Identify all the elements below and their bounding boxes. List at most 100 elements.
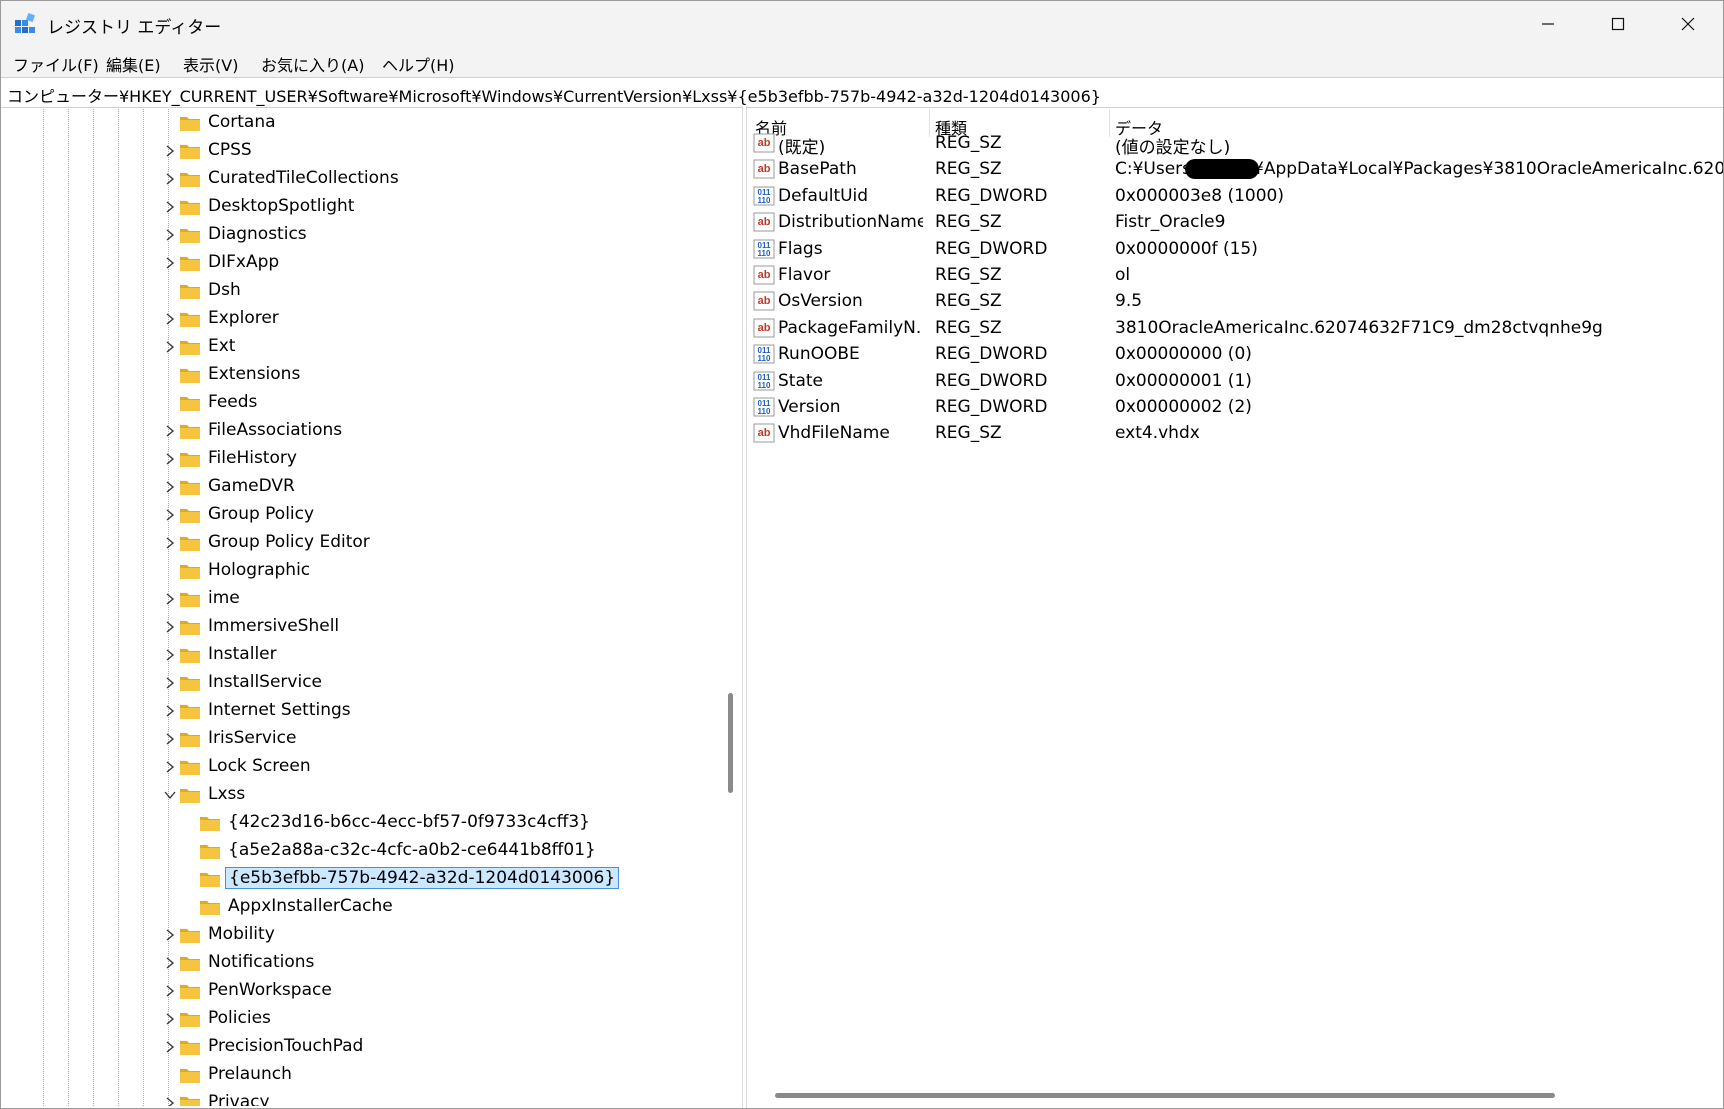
pane-splitter[interactable] bbox=[742, 106, 747, 1108]
close-icon bbox=[1681, 17, 1695, 31]
value-row[interactable]: 011 110 DefaultUid REG_DWORD 0x000003e8 (100… bbox=[749, 182, 1723, 211]
address-path[interactable]: コンピューター¥HKEY_CURRENT_USER¥Software¥Micro… bbox=[7, 83, 1101, 107]
value-row[interactable]: ab PackageFamilyN... REG_SZ 3810OracleAmeri… bbox=[749, 314, 1723, 343]
tree-node[interactable]: IrisService bbox=[166, 725, 699, 753]
chevron-right-icon[interactable] bbox=[163, 620, 177, 634]
tree-node[interactable]: ImmersiveShell bbox=[166, 613, 699, 641]
tree-node[interactable]: Group Policy Editor bbox=[166, 529, 699, 557]
value-row[interactable]: ab Flavor REG_SZ ol bbox=[749, 261, 1723, 290]
chevron-right-icon[interactable] bbox=[163, 732, 177, 746]
chevron-right-icon[interactable] bbox=[163, 144, 177, 158]
dword-value-icon: 011110 bbox=[753, 344, 775, 364]
tree-node-selected[interactable]: {e5b3efbb-757b-4942-a32d-1204d0143006} bbox=[199, 865, 719, 893]
tree-node[interactable]: Group Policy bbox=[166, 501, 699, 529]
list-horizontal-scrollbar[interactable] bbox=[775, 1093, 1555, 1098]
chevron-right-icon[interactable] bbox=[163, 312, 177, 326]
value-row[interactable]: 011 110 Version REG_DWORD 0x00000002 (2) bbox=[749, 393, 1723, 422]
chevron-right-icon[interactable] bbox=[163, 536, 177, 550]
tree-node[interactable]: AppxInstallerCache bbox=[199, 893, 719, 921]
tree-node[interactable]: Explorer bbox=[166, 305, 699, 333]
tree-node-label: IrisService bbox=[208, 728, 297, 748]
chevron-down-icon[interactable] bbox=[163, 788, 177, 802]
value-data: 0x0000000f (15) bbox=[1115, 238, 1258, 259]
menu-view[interactable]: 表示(V) bbox=[183, 52, 238, 76]
tree-node[interactable]: Mobility bbox=[166, 921, 699, 949]
menu-file[interactable]: ファイル(F) bbox=[13, 52, 99, 76]
tree-node[interactable]: Notifications bbox=[166, 949, 699, 977]
tree-node[interactable]: DIFxApp bbox=[166, 249, 699, 277]
chevron-right-icon[interactable] bbox=[163, 676, 177, 690]
address-bar[interactable]: コンピューター¥HKEY_CURRENT_USER¥Software¥Micro… bbox=[1, 77, 1723, 108]
value-row[interactable]: ab VhdFileName REG_SZ ext4.vhdx bbox=[749, 419, 1723, 448]
value-data: 3810OracleAmericaInc.62074632F71C9_dm28c… bbox=[1115, 317, 1603, 338]
tree-node[interactable]: Holographic bbox=[179, 557, 699, 585]
chevron-right-icon[interactable] bbox=[163, 424, 177, 438]
tree-node[interactable]: Lock Screen bbox=[166, 753, 699, 781]
tree-node[interactable]: GameDVR bbox=[166, 473, 699, 501]
chevron-right-icon[interactable] bbox=[163, 452, 177, 466]
tree-node[interactable]: Ext bbox=[166, 333, 699, 361]
maximize-button[interactable] bbox=[1583, 1, 1653, 47]
tree-node-label: Notifications bbox=[208, 952, 315, 972]
value-name: PackageFamilyN... bbox=[778, 317, 923, 338]
tree-node[interactable]: InstallService bbox=[166, 669, 699, 697]
chevron-right-icon[interactable] bbox=[163, 200, 177, 214]
tree-node[interactable]: Diagnostics bbox=[166, 221, 699, 249]
chevron-right-icon[interactable] bbox=[163, 508, 177, 522]
value-row[interactable]: ab (既定) REG_SZ (値の設定なし) bbox=[749, 129, 1723, 158]
key-tree-pane[interactable]: Cortana CPSS CuratedTileCollections Desktop… bbox=[5, 109, 740, 1106]
value-row[interactable]: ab DistributionName REG_SZ Fistr_Oracle9 bbox=[749, 208, 1723, 237]
chevron-right-icon[interactable] bbox=[163, 956, 177, 970]
chevron-right-icon[interactable] bbox=[163, 1040, 177, 1054]
values-list-pane[interactable]: 名前 種類 データ ab (既定) REG_SZ (値の設定なし) ab BasePath… bbox=[749, 109, 1723, 1106]
tree-node[interactable]: PrecisionTouchPad bbox=[166, 1033, 699, 1061]
chevron-right-icon[interactable] bbox=[163, 760, 177, 774]
tree-vertical-scrollbar[interactable] bbox=[728, 693, 733, 793]
menu-edit[interactable]: 編集(E) bbox=[106, 52, 161, 76]
menu-favorites[interactable]: お気に入り(A) bbox=[261, 52, 364, 76]
tree-node[interactable]: Installer bbox=[166, 641, 699, 669]
title-bar[interactable]: レジストリ エディター bbox=[1, 1, 1723, 47]
chevron-right-icon[interactable] bbox=[163, 1096, 177, 1106]
tree-node[interactable]: {42c23d16-b6cc-4ecc-bf57-0f9733c4cff3} bbox=[199, 809, 719, 837]
chevron-right-icon[interactable] bbox=[163, 928, 177, 942]
value-row[interactable]: ab OsVersion REG_SZ 9.5 bbox=[749, 287, 1723, 316]
tree-node[interactable]: Extensions bbox=[179, 361, 699, 389]
chevron-right-icon[interactable] bbox=[163, 704, 177, 718]
tree-node[interactable]: Policies bbox=[166, 1005, 699, 1033]
chevron-right-icon[interactable] bbox=[163, 648, 177, 662]
value-row[interactable]: 011 110 Flags REG_DWORD 0x0000000f (15) bbox=[749, 235, 1723, 264]
tree-node[interactable]: Prelaunch bbox=[179, 1061, 699, 1089]
tree-node[interactable]: Feeds bbox=[179, 389, 699, 417]
tree-node[interactable]: CuratedTileCollections bbox=[166, 165, 699, 193]
tree-node[interactable]: Lxss bbox=[164, 781, 699, 809]
tree-node-label: Privacy bbox=[208, 1092, 270, 1106]
chevron-right-icon[interactable] bbox=[163, 480, 177, 494]
chevron-right-icon[interactable] bbox=[163, 340, 177, 354]
tree-node[interactable]: Dsh bbox=[179, 277, 699, 305]
tree-node[interactable]: DesktopSpotlight bbox=[166, 193, 699, 221]
chevron-right-icon[interactable] bbox=[163, 256, 177, 270]
chevron-right-icon[interactable] bbox=[163, 984, 177, 998]
tree-node[interactable]: Cortana bbox=[179, 109, 699, 137]
tree-node[interactable]: Internet Settings bbox=[166, 697, 699, 725]
value-row[interactable]: 011 110 RunOOBE REG_DWORD 0x00000000 (0) bbox=[749, 340, 1723, 369]
menu-help[interactable]: ヘルプ(H) bbox=[382, 52, 455, 76]
tree-node[interactable]: FileHistory bbox=[166, 445, 699, 473]
tree-node[interactable]: ime bbox=[166, 585, 699, 613]
tree-node[interactable]: Privacy bbox=[166, 1089, 699, 1106]
value-row[interactable]: ab BasePath REG_SZ C:¥Users ¥AppData¥Local¥P… bbox=[749, 155, 1723, 184]
value-row[interactable]: 011 110 State REG_DWORD 0x00000001 (1) bbox=[749, 367, 1723, 396]
tree-node[interactable]: CPSS bbox=[166, 137, 699, 165]
chevron-right-icon[interactable] bbox=[163, 172, 177, 186]
tree-node[interactable]: FileAssociations bbox=[166, 417, 699, 445]
folder-icon bbox=[180, 1013, 200, 1027]
tree-node[interactable]: PenWorkspace bbox=[166, 977, 699, 1005]
chevron-right-icon[interactable] bbox=[163, 592, 177, 606]
string-value-icon: ab bbox=[753, 423, 775, 443]
close-button[interactable] bbox=[1653, 1, 1723, 47]
minimize-button[interactable] bbox=[1513, 1, 1583, 47]
chevron-right-icon[interactable] bbox=[163, 228, 177, 242]
tree-node[interactable]: {a5e2a88a-c32c-4cfc-a0b2-ce6441b8ff01} bbox=[199, 837, 719, 865]
chevron-right-icon[interactable] bbox=[163, 1012, 177, 1026]
